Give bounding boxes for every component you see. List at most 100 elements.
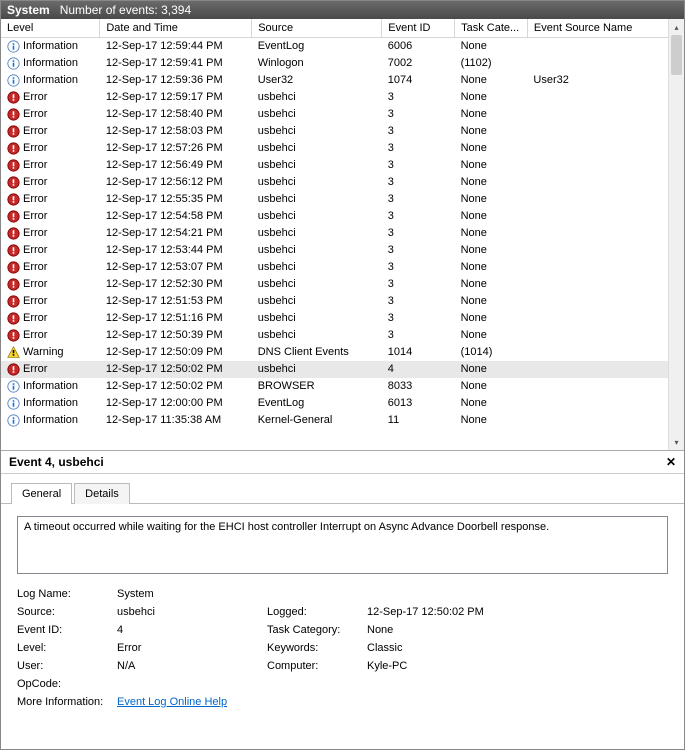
event-row[interactable]: Information12-Sep-17 12:00:00 PMEventLog… (1, 395, 684, 412)
cell-source: usbehci (252, 361, 382, 378)
event-row[interactable]: Information12-Sep-17 12:59:41 PMWinlogon… (1, 55, 684, 72)
cell-srcname (527, 259, 683, 276)
scroll-track[interactable] (669, 35, 684, 434)
cell-task: None (455, 191, 528, 208)
cell-srcname (527, 38, 683, 55)
cell-source: usbehci (252, 242, 382, 259)
column-header[interactable]: Event ID (382, 19, 455, 38)
cell-eventid: 11 (382, 412, 455, 429)
event-row[interactable]: Error12-Sep-17 12:53:07 PMusbehci3None (1, 259, 684, 276)
event-row[interactable]: Warning12-Sep-17 12:50:09 PMDNS Client E… (1, 344, 684, 361)
cell-eventid: 3 (382, 327, 455, 344)
cell-datetime: 12-Sep-17 12:58:40 PM (100, 106, 252, 123)
cell-task: None (455, 259, 528, 276)
val-level: Error (117, 642, 267, 654)
error-icon (7, 142, 20, 155)
cell-srcname (527, 89, 683, 106)
event-row[interactable]: Information12-Sep-17 12:50:02 PMBROWSER8… (1, 378, 684, 395)
tab-general[interactable]: General (11, 483, 72, 504)
link-moreinfo[interactable]: Event Log Online Help (117, 696, 567, 708)
cell-source: usbehci (252, 123, 382, 140)
cell-eventid: 3 (382, 123, 455, 140)
event-row[interactable]: Error12-Sep-17 12:59:17 PMusbehci3None (1, 89, 684, 106)
level-text: Error (23, 108, 47, 120)
level-text: Error (23, 176, 47, 188)
cell-source: usbehci (252, 293, 382, 310)
vertical-scrollbar[interactable]: ▴ ▾ (668, 19, 684, 450)
cell-srcname (527, 174, 683, 191)
cell-task: None (455, 395, 528, 412)
cell-task: None (455, 174, 528, 191)
column-header[interactable]: Source (252, 19, 382, 38)
event-row[interactable]: Error12-Sep-17 12:57:26 PMusbehci3None (1, 140, 684, 157)
val-source: usbehci (117, 606, 267, 618)
event-row[interactable]: Error12-Sep-17 12:55:35 PMusbehci3None (1, 191, 684, 208)
scroll-down-button[interactable]: ▾ (669, 434, 684, 450)
cell-srcname (527, 327, 683, 344)
cell-srcname (527, 344, 683, 361)
event-row[interactable]: Information12-Sep-17 12:59:44 PMEventLog… (1, 38, 684, 55)
event-row[interactable]: Error12-Sep-17 12:51:16 PMusbehci3None (1, 310, 684, 327)
cell-srcname (527, 225, 683, 242)
column-header[interactable]: Level (1, 19, 100, 38)
event-row[interactable]: Error12-Sep-17 12:54:21 PMusbehci3None (1, 225, 684, 242)
level-text: Error (23, 244, 47, 256)
cell-task: None (455, 361, 528, 378)
description-box[interactable]: A timeout occurred while waiting for the… (17, 516, 668, 574)
cell-srcname (527, 412, 683, 429)
error-icon (7, 295, 20, 308)
event-row[interactable]: Error12-Sep-17 12:53:44 PMusbehci3None (1, 242, 684, 259)
val-taskcat: None (367, 624, 567, 636)
val-logged: 12-Sep-17 12:50:02 PM (367, 606, 567, 618)
error-icon (7, 244, 20, 257)
event-row[interactable]: Error12-Sep-17 12:52:30 PMusbehci3None (1, 276, 684, 293)
level-text: Information (23, 380, 78, 392)
column-header[interactable]: Task Cate... (455, 19, 528, 38)
cell-task: None (455, 208, 528, 225)
level-text: Error (23, 278, 47, 290)
cell-srcname (527, 106, 683, 123)
cell-task: None (455, 310, 528, 327)
event-count: Number of events: 3,394 (60, 3, 191, 17)
event-row[interactable]: Error12-Sep-17 12:58:03 PMusbehci3None (1, 123, 684, 140)
column-headers[interactable]: LevelDate and TimeSourceEvent IDTask Cat… (1, 19, 684, 38)
cell-datetime: 12-Sep-17 11:35:38 AM (100, 412, 252, 429)
scroll-thumb[interactable] (671, 35, 682, 75)
cell-datetime: 12-Sep-17 12:50:02 PM (100, 361, 252, 378)
cell-eventid: 3 (382, 225, 455, 242)
error-icon (7, 176, 20, 189)
tab-details[interactable]: Details (74, 483, 130, 504)
event-row[interactable]: Error12-Sep-17 12:58:40 PMusbehci3None (1, 106, 684, 123)
event-row[interactable]: Error12-Sep-17 12:50:02 PMusbehci4None (1, 361, 684, 378)
val-eventid: 4 (117, 624, 267, 636)
cell-source: BROWSER (252, 378, 382, 395)
cell-source: DNS Client Events (252, 344, 382, 361)
cell-task: None (455, 225, 528, 242)
error-icon (7, 329, 20, 342)
event-row[interactable]: Error12-Sep-17 12:56:49 PMusbehci3None (1, 157, 684, 174)
cell-datetime: 12-Sep-17 12:50:39 PM (100, 327, 252, 344)
cell-srcname (527, 123, 683, 140)
val-computer: Kyle-PC (367, 660, 567, 672)
event-row[interactable]: Error12-Sep-17 12:56:12 PMusbehci3None (1, 174, 684, 191)
event-grid[interactable]: LevelDate and TimeSourceEvent IDTask Cat… (1, 19, 684, 429)
event-row[interactable]: Error12-Sep-17 12:54:58 PMusbehci3None (1, 208, 684, 225)
detail-title-text: Event 4, usbehci (9, 455, 104, 469)
val-user: N/A (117, 660, 267, 672)
error-icon (7, 108, 20, 121)
level-text: Information (23, 57, 78, 69)
column-header[interactable]: Date and Time (100, 19, 252, 38)
error-icon (7, 193, 20, 206)
cell-datetime: 12-Sep-17 12:59:44 PM (100, 38, 252, 55)
event-row[interactable]: Information12-Sep-17 11:35:38 AMKernel-G… (1, 412, 684, 429)
close-icon[interactable]: ✕ (666, 455, 676, 469)
cell-datetime: 12-Sep-17 12:00:00 PM (100, 395, 252, 412)
event-row[interactable]: Information12-Sep-17 12:59:36 PMUser3210… (1, 72, 684, 89)
cell-datetime: 12-Sep-17 12:59:17 PM (100, 89, 252, 106)
cell-srcname (527, 310, 683, 327)
event-row[interactable]: Error12-Sep-17 12:51:53 PMusbehci3None (1, 293, 684, 310)
scroll-up-button[interactable]: ▴ (669, 19, 684, 35)
column-header[interactable]: Event Source Name (527, 19, 683, 38)
event-row[interactable]: Error12-Sep-17 12:50:39 PMusbehci3None (1, 327, 684, 344)
cell-source: usbehci (252, 259, 382, 276)
